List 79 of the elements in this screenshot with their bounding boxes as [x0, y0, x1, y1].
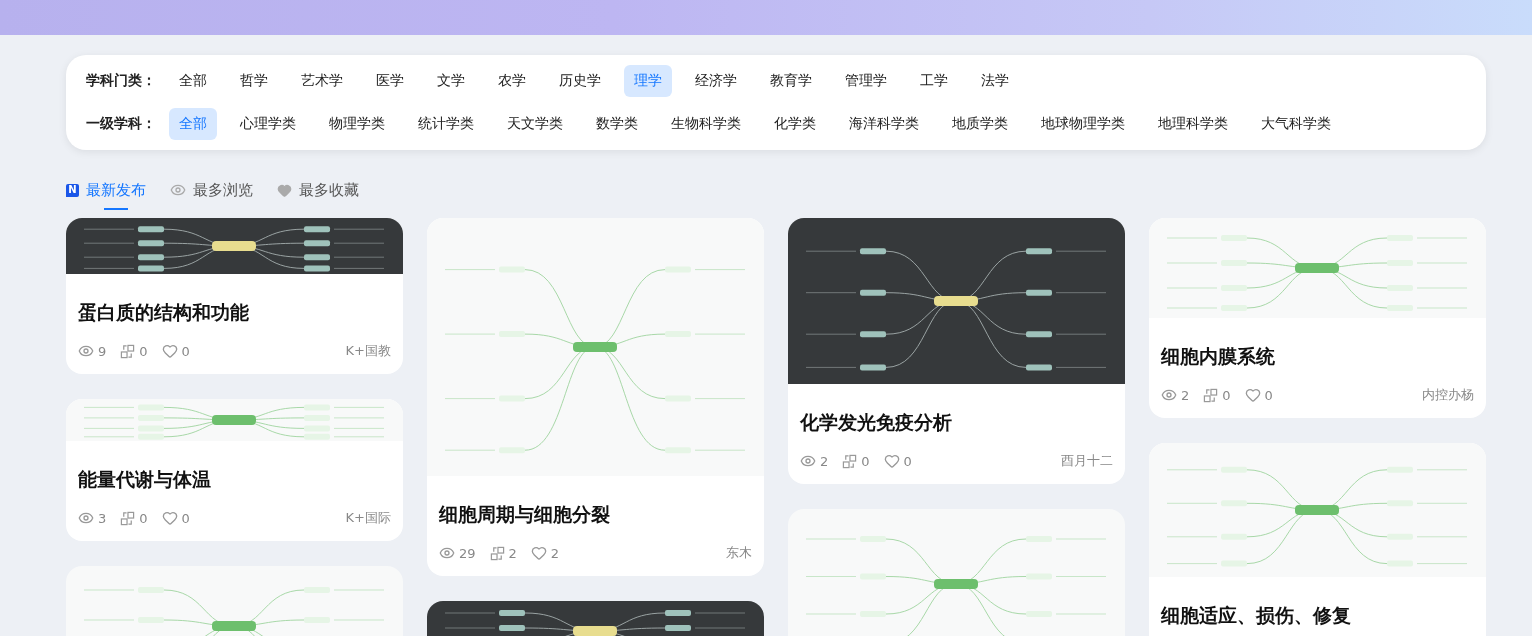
card-title[interactable]: 蛋白质的结构和功能 [78, 300, 391, 326]
share-count: 0 [139, 510, 148, 526]
card-title[interactable]: 细胞适应、损伤、修复 [1161, 603, 1474, 629]
filter-option[interactable]: 医学 [366, 65, 414, 97]
filter-option[interactable]: 地理科学类 [1148, 108, 1238, 140]
view-count: 29 [459, 545, 476, 561]
filter-option[interactable]: 地质学类 [942, 108, 1018, 140]
eye-icon [439, 545, 455, 561]
filter-option[interactable]: 历史学 [549, 65, 611, 97]
mind-map-card[interactable]: 能量代谢与体温 3 0 0 K+国际 [66, 399, 403, 541]
mind-map-card[interactable]: 细胞适应、损伤、修复 [1149, 443, 1486, 636]
eye-icon [800, 453, 816, 469]
filter-option[interactable]: 教育学 [760, 65, 822, 97]
mind-map-card[interactable]: 蛋白质的结构和功能 9 0 0 K+国教 [66, 218, 403, 374]
filter-option[interactable]: 海洋科学类 [839, 108, 929, 140]
share-icon[interactable] [120, 510, 136, 526]
eye-icon [78, 510, 94, 526]
heart-icon[interactable] [1244, 387, 1261, 403]
view-count: 9 [98, 343, 107, 359]
heart-icon[interactable] [530, 545, 547, 561]
like-count: 0 [181, 343, 190, 359]
filter-option[interactable]: 全部 [169, 65, 217, 97]
eye-icon [1161, 387, 1177, 403]
tab-label: 最新发布 [86, 180, 146, 200]
card-title[interactable]: 能量代谢与体温 [78, 467, 391, 493]
heart-icon[interactable] [161, 343, 178, 359]
card-title[interactable]: 细胞内膜系统 [1161, 344, 1474, 370]
new-badge: N [66, 183, 79, 197]
heart-icon[interactable] [883, 453, 900, 469]
mind-map-card[interactable]: 细胞周期与细胞分裂 29 2 2 东木 [427, 218, 764, 576]
filter-option[interactable]: 艺术学 [291, 65, 353, 97]
filter-label: 学科门类： [86, 72, 156, 90]
view-count: 3 [98, 510, 107, 526]
share-count: 0 [139, 343, 148, 359]
filter-option[interactable]: 哲学 [230, 65, 278, 97]
filter-label: 一级学科： [86, 115, 156, 133]
filter-option[interactable]: 大气科学类 [1251, 108, 1341, 140]
filter-option[interactable]: 天文学类 [497, 108, 573, 140]
card-title[interactable]: 细胞周期与细胞分裂 [439, 502, 752, 528]
heart-icon[interactable] [161, 510, 178, 526]
eye-icon [78, 343, 94, 359]
share-count: 0 [861, 453, 870, 469]
filter-option[interactable]: 统计学类 [408, 108, 484, 140]
like-count: 0 [903, 453, 912, 469]
author-name[interactable]: 内控办杨 [1422, 386, 1474, 404]
like-count: 0 [181, 510, 190, 526]
tab-label: 最多收藏 [299, 180, 359, 200]
tab-label: 最多浏览 [193, 180, 253, 200]
filter-option[interactable]: 化学类 [764, 108, 826, 140]
mind-map-card[interactable]: 化学发光免疫分析 2 0 0 酉月十二 [788, 218, 1125, 484]
author-name[interactable]: K+国际 [345, 509, 391, 527]
author-name[interactable]: K+国教 [345, 342, 391, 360]
filter-option[interactable]: 工学 [910, 65, 958, 97]
share-count: 2 [508, 545, 517, 561]
share-icon[interactable] [120, 343, 136, 359]
author-name[interactable]: 东木 [726, 544, 752, 562]
filter-option[interactable]: 农学 [488, 65, 536, 97]
filter-option[interactable]: 生物科学类 [661, 108, 751, 140]
filter-option[interactable]: 法学 [971, 65, 1019, 97]
like-count: 2 [550, 545, 560, 561]
heart-icon [277, 182, 292, 198]
card-title[interactable]: 化学发光免疫分析 [800, 410, 1113, 436]
filter-option[interactable]: 数学类 [586, 108, 648, 140]
view-count: 2 [1181, 387, 1190, 403]
view-count: 2 [820, 453, 829, 469]
eye-icon [170, 182, 186, 198]
filter-option[interactable]: 经济学 [685, 65, 747, 97]
share-icon[interactable] [489, 545, 505, 561]
like-count: 0 [1264, 387, 1273, 403]
filter-option[interactable]: 文学 [427, 65, 475, 97]
filter-option[interactable]: 心理学类 [230, 108, 306, 140]
mind-map-card[interactable]: 细胞内膜系统 2 0 0 内控办杨 [1149, 218, 1486, 418]
filter-option[interactable]: 地球物理学类 [1031, 108, 1135, 140]
share-count: 0 [1222, 387, 1231, 403]
author-name[interactable]: 酉月十二 [1061, 452, 1113, 470]
filter-option[interactable]: 管理学 [835, 65, 897, 97]
share-icon[interactable] [1203, 387, 1219, 403]
filter-option[interactable]: 物理学类 [319, 108, 395, 140]
share-icon[interactable] [842, 453, 858, 469]
